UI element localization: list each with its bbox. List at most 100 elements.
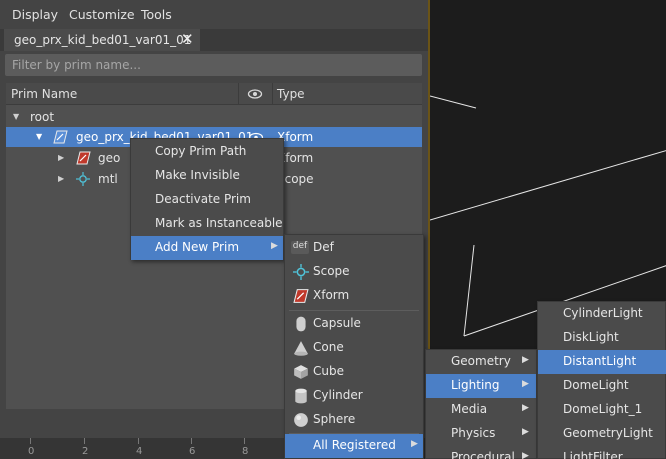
- menu-item-disk-light[interactable]: DiskLight: [538, 326, 666, 350]
- wireframe-edge: [430, 150, 666, 221]
- menu-item-label: DiskLight: [563, 330, 619, 344]
- ruler-tick: [244, 438, 245, 444]
- xform-icon: [76, 151, 91, 165]
- column-divider: [272, 83, 273, 105]
- menu-item-distant-light[interactable]: DistantLight: [538, 350, 666, 374]
- cone-icon: [294, 341, 308, 356]
- menu-item-label: Def: [313, 240, 334, 254]
- ruler-tick: [84, 438, 85, 444]
- ruler-label: 2: [82, 446, 89, 457]
- prim-name: mtl: [98, 172, 118, 186]
- submenu-arrow-icon: ▶: [522, 355, 529, 365]
- menu-item-scope[interactable]: Scope: [285, 260, 423, 284]
- prim-name: geo: [98, 151, 121, 165]
- menu-item-dome-light-1[interactable]: DomeLight_1: [538, 398, 666, 422]
- menu-item-def[interactable]: def Def: [285, 236, 423, 260]
- menu-item-label: Xform: [313, 288, 350, 302]
- submenu-arrow-icon: ▶: [522, 403, 529, 413]
- menu-item-make-invisible[interactable]: Make Invisible: [131, 164, 283, 188]
- menu-item-add-new-prim[interactable]: Add New Prim ▶: [131, 236, 283, 260]
- menu-item-deactivate-prim[interactable]: Deactivate Prim: [131, 188, 283, 212]
- expand-arrow-icon[interactable]: ▼: [36, 132, 42, 141]
- menu-item-geometry[interactable]: Geometry ▶: [426, 350, 536, 374]
- column-divider: [238, 83, 239, 105]
- tree-row-root[interactable]: ▼ root: [6, 107, 422, 127]
- menu-item-label: GeometryLight: [563, 426, 653, 440]
- menu-item-label: Deactivate Prim: [155, 192, 251, 206]
- menu-item-label: LightFilter: [563, 450, 623, 459]
- menu-item-xform[interactable]: Xform: [285, 284, 423, 308]
- expand-arrow-icon[interactable]: ▼: [13, 112, 19, 121]
- scope-icon: [76, 172, 90, 186]
- ruler-label: 4: [136, 446, 143, 457]
- menu-item-physics[interactable]: Physics ▶: [426, 422, 536, 446]
- menu-item-label: DomeLight: [563, 378, 629, 392]
- column-prim-name[interactable]: Prim Name: [11, 87, 77, 101]
- menu-item-label: Cube: [313, 364, 344, 378]
- menu-item-dome-light[interactable]: DomeLight: [538, 374, 666, 398]
- column-type[interactable]: Type: [277, 87, 305, 101]
- submenu-arrow-icon: ▶: [522, 451, 529, 459]
- menu-item-cylinder[interactable]: Cylinder: [285, 384, 423, 408]
- menu-item-label: Procedural: [451, 450, 515, 459]
- menu-item-label: Mark as Instanceable: [155, 216, 283, 230]
- scope-icon: [293, 264, 309, 280]
- wireframe-edge: [430, 95, 477, 109]
- tab-bar: geo_prx_kid_bed01_var01_01 ✕: [0, 29, 428, 51]
- all-registered-menu: Geometry ▶ Lighting ▶ Media ▶ Physics ▶ …: [425, 349, 537, 459]
- wireframe-edge: [463, 244, 475, 337]
- menu-item-label: Physics: [451, 426, 496, 440]
- menu-item-copy-prim-path[interactable]: Copy Prim Path: [131, 140, 283, 164]
- menu-item-label: Media: [451, 402, 488, 416]
- expand-arrow-icon[interactable]: ▶: [58, 174, 64, 183]
- xform-icon: [53, 130, 68, 144]
- menu-item-label: Lighting: [451, 378, 500, 392]
- menu-item-label: Add New Prim: [155, 240, 240, 254]
- menu-item-cylinder-light[interactable]: CylinderLight: [538, 302, 666, 326]
- xform-icon: [293, 289, 309, 303]
- menu-item-label: All Registered: [313, 438, 396, 452]
- menu-separator: [289, 310, 419, 311]
- menu-item-label: Cylinder: [313, 388, 363, 402]
- submenu-arrow-icon: ▶: [522, 379, 529, 389]
- submenu-arrow-icon: ▶: [411, 439, 418, 449]
- ruler-label: 6: [189, 446, 196, 457]
- ruler-label: 0: [28, 446, 35, 457]
- menu-tools[interactable]: Tools: [141, 7, 172, 22]
- menu-item-lighting[interactable]: Lighting ▶: [426, 374, 536, 398]
- menu-item-label: Copy Prim Path: [155, 144, 247, 158]
- cylinder-icon: [295, 388, 307, 404]
- menu-item-label: CylinderLight: [563, 306, 643, 320]
- menu-item-label: Cone: [313, 340, 344, 354]
- ruler-tick: [30, 438, 31, 444]
- menu-display[interactable]: Display: [12, 7, 58, 22]
- add-new-prim-menu: def Def Scope Xform Capsule Cone Cube Cy…: [284, 234, 424, 459]
- lighting-menu: CylinderLight DiskLight DistantLight Dom…: [537, 301, 666, 459]
- menu-item-capsule[interactable]: Capsule: [285, 312, 423, 336]
- menu-item-label: DistantLight: [563, 354, 637, 368]
- menu-item-media[interactable]: Media ▶: [426, 398, 536, 422]
- menu-item-procedural[interactable]: Procedural ▶: [426, 446, 536, 459]
- def-icon: def: [291, 241, 309, 254]
- menu-item-cube[interactable]: Cube: [285, 360, 423, 384]
- menu-item-mark-instanceable[interactable]: Mark as Instanceable: [131, 212, 283, 236]
- ruler-tick: [138, 438, 139, 444]
- menu-item-all-registered[interactable]: All Registered ▶: [285, 434, 423, 458]
- menu-item-label: Sphere: [313, 412, 356, 426]
- filter-input[interactable]: [5, 54, 422, 76]
- menu-item-light-filter[interactable]: LightFilter: [538, 446, 666, 459]
- tab-stage[interactable]: geo_prx_kid_bed01_var01_01 ✕: [4, 29, 200, 51]
- menu-item-sphere[interactable]: Sphere: [285, 408, 423, 432]
- close-icon[interactable]: ✕: [181, 30, 194, 48]
- menu-item-cone[interactable]: Cone: [285, 336, 423, 360]
- menu-item-label: DomeLight_1: [563, 402, 643, 416]
- menu-item-geometry-light[interactable]: GeometryLight: [538, 422, 666, 446]
- submenu-arrow-icon: ▶: [271, 241, 278, 251]
- expand-arrow-icon[interactable]: ▶: [58, 153, 64, 162]
- menubar: Display Customize Tools: [0, 0, 428, 29]
- cube-icon: [294, 365, 308, 379]
- ruler-tick: [191, 438, 192, 444]
- menu-customize[interactable]: Customize: [69, 7, 135, 22]
- eye-icon[interactable]: [247, 88, 263, 100]
- context-menu: Copy Prim Path Make Invisible Deactivate…: [130, 138, 284, 260]
